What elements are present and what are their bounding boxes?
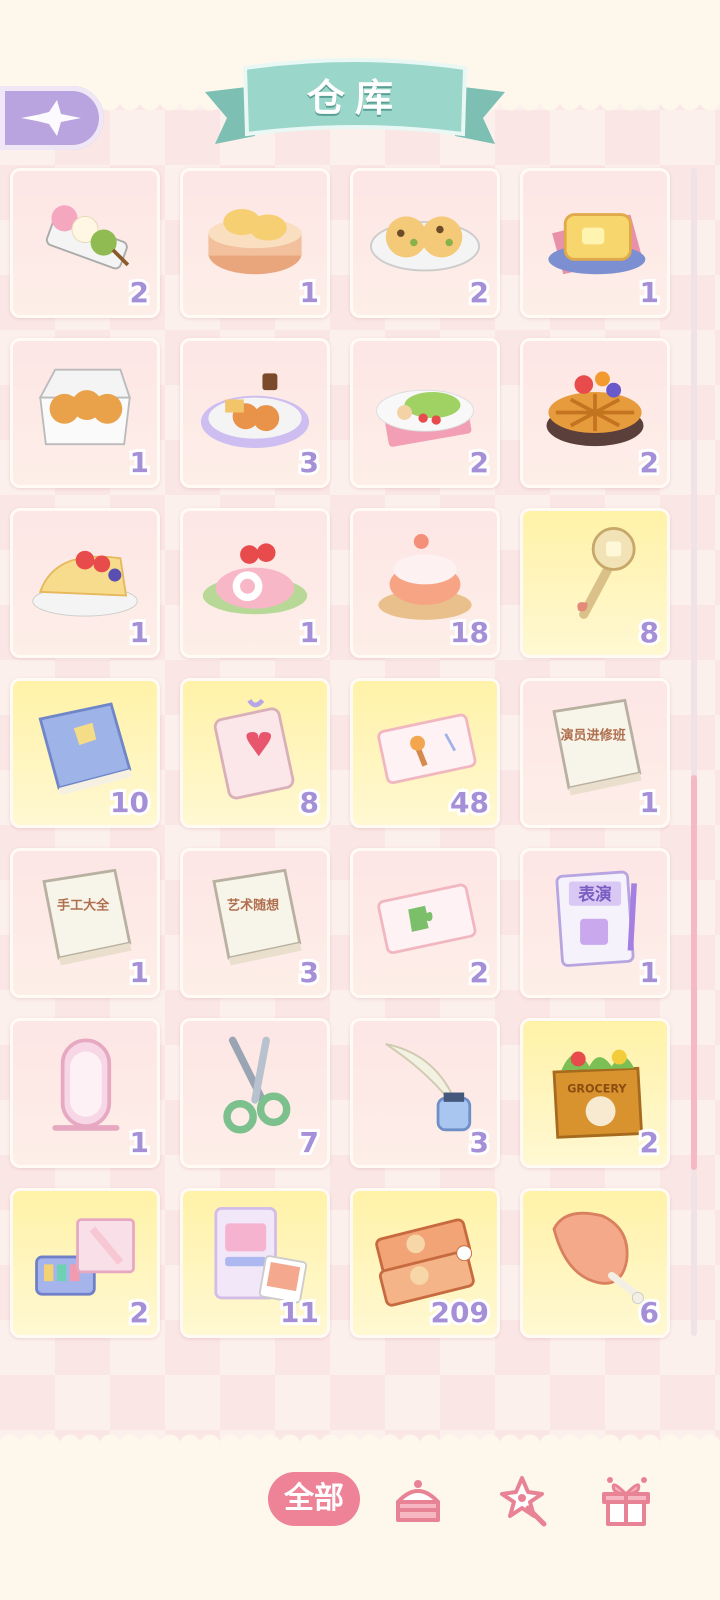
inventory-item-show-notebook[interactable]: 表演 1	[520, 848, 670, 998]
notebook-icon: 表演	[555, 870, 637, 967]
inventory-item-art-book[interactable]: 艺术随想 3	[180, 848, 330, 998]
item-count: 209	[428, 1293, 493, 1332]
item-count: 2	[636, 1123, 662, 1162]
inventory-item-performance-book[interactable]: 演员进修班 1	[520, 678, 670, 828]
item-count: 18	[447, 613, 492, 652]
item-count: 1	[636, 273, 662, 312]
magic-wand-icon[interactable]	[492, 1472, 552, 1528]
item-label: 手工大全	[57, 897, 110, 913]
steamed-bun-icon	[208, 208, 302, 275]
item-label: 艺术随想	[227, 897, 279, 913]
swiss-roll-icon	[202, 543, 308, 615]
mirror-icon	[52, 1038, 120, 1131]
crepe-icon	[32, 550, 138, 617]
item-count: 3	[466, 1123, 492, 1162]
coupon-icon	[375, 1218, 475, 1307]
item-count: 2	[126, 273, 152, 312]
book-icon: 演员进修班	[552, 698, 642, 796]
heart-charm-icon	[213, 698, 295, 800]
book-icon: 手工大全	[42, 868, 132, 966]
item-label: 演员进修班	[561, 727, 626, 743]
tab-all[interactable]: 全部	[268, 1472, 360, 1526]
item-count: 3	[296, 953, 322, 992]
item-count: 1	[126, 443, 152, 482]
inventory-item-butter-toast[interactable]: 1	[520, 168, 670, 318]
inventory-item-fried-platter[interactable]: 3	[180, 338, 330, 488]
inventory-item-cream-puff[interactable]: 18	[350, 508, 500, 658]
item-count: 1	[636, 783, 662, 822]
inventory-grid: 2 1 2 1 1 3 2 2 1 1 18 8 10 8 48 演员进修班 1 …	[10, 168, 670, 1338]
item-count: 2	[466, 443, 492, 482]
inventory-item-blue-book[interactable]: 10	[10, 678, 160, 828]
item-count: 2	[126, 1293, 152, 1332]
puzzle-ticket-icon	[377, 883, 477, 954]
item-label: 表演	[578, 884, 612, 904]
inventory-item-fruit-crepe[interactable]: 1	[10, 508, 160, 658]
book-icon: 艺术随想	[212, 868, 302, 966]
cream-puff-icon	[378, 534, 472, 620]
scrollbar-thumb[interactable]	[691, 775, 697, 1170]
wand-icon	[577, 527, 636, 619]
item-count: 1	[126, 1123, 152, 1162]
page-title: 仓库	[306, 76, 403, 120]
dango-icon	[45, 205, 130, 270]
inventory-item-scissors[interactable]: 7	[180, 1018, 330, 1168]
inventory-item-steamed-buns[interactable]: 1	[180, 168, 330, 318]
item-count: 3	[296, 443, 322, 482]
meat-icon	[552, 1211, 644, 1305]
item-count: 2	[466, 273, 492, 312]
svg-text:GROCERY: GROCERY	[567, 1083, 627, 1096]
back-button[interactable]	[0, 86, 104, 150]
photo-cards-icon	[214, 1207, 308, 1304]
inventory-item-chicken-leg[interactable]: 6	[520, 1188, 670, 1338]
inventory-item-salad-plate[interactable]: 2	[350, 338, 500, 488]
inventory-item-food-coupons[interactable]: 209	[350, 1188, 500, 1338]
footer-scallop	[0, 1425, 720, 1445]
inventory-item-fruit-pie[interactable]: 2	[520, 338, 670, 488]
item-count: 1	[126, 953, 152, 992]
inventory-item-swiss-roll[interactable]: 1	[180, 508, 330, 658]
inventory-item-art-supplies[interactable]: 2	[10, 1188, 160, 1338]
scissors-icon	[223, 1036, 291, 1134]
inventory-item-magic-wand[interactable]: 8	[520, 508, 670, 658]
blue-book-icon	[38, 702, 132, 796]
item-count: 1	[126, 613, 152, 652]
inventory-item-dango[interactable]: 2	[10, 168, 160, 318]
grocery-bag-icon: GROCERY	[552, 1049, 644, 1139]
item-count: 11	[277, 1293, 322, 1332]
bread-box-icon	[38, 368, 132, 446]
fruit-pie-icon	[546, 371, 644, 447]
item-count: 2	[636, 443, 662, 482]
inventory-item-grocery-bag[interactable]: GROCERY 2	[520, 1018, 670, 1168]
item-count: 1	[296, 273, 322, 312]
item-count: 7	[296, 1123, 322, 1162]
cookie-plate-icon	[370, 216, 480, 272]
inventory-item-cookies[interactable]: 2	[350, 168, 500, 318]
toast-icon	[548, 213, 646, 275]
sparkle-arrow-back-icon	[21, 100, 81, 136]
ticket-icon	[377, 713, 477, 784]
inventory-item-photo-cards[interactable]: 11	[180, 1188, 330, 1338]
item-count: 10	[107, 783, 152, 822]
item-count: 1	[636, 953, 662, 992]
item-count: 8	[636, 613, 662, 652]
item-count: 1	[296, 613, 322, 652]
inventory-item-puzzle-ticket[interactable]: 2	[350, 848, 500, 998]
quill-icon	[385, 1043, 472, 1132]
item-count: 2	[466, 953, 492, 992]
inventory-item-bread-box[interactable]: 1	[10, 338, 160, 488]
item-count: 8	[296, 783, 322, 822]
inventory-item-quill-ink[interactable]: 3	[350, 1018, 500, 1168]
gift-box-icon[interactable]	[596, 1472, 656, 1528]
inventory-item-handcraft-book[interactable]: 手工大全 1	[10, 848, 160, 998]
fried-platter-icon	[200, 373, 310, 448]
item-count: 6	[636, 1293, 662, 1332]
cake-icon[interactable]	[388, 1472, 448, 1528]
item-count: 48	[447, 783, 492, 822]
salad-icon	[376, 389, 474, 447]
inventory-item-heart-charm[interactable]: 8	[180, 678, 330, 828]
inventory-item-mirror[interactable]: 1	[10, 1018, 160, 1168]
inventory-item-food-ticket[interactable]: 48	[350, 678, 500, 828]
art-supplies-icon	[35, 1218, 135, 1296]
